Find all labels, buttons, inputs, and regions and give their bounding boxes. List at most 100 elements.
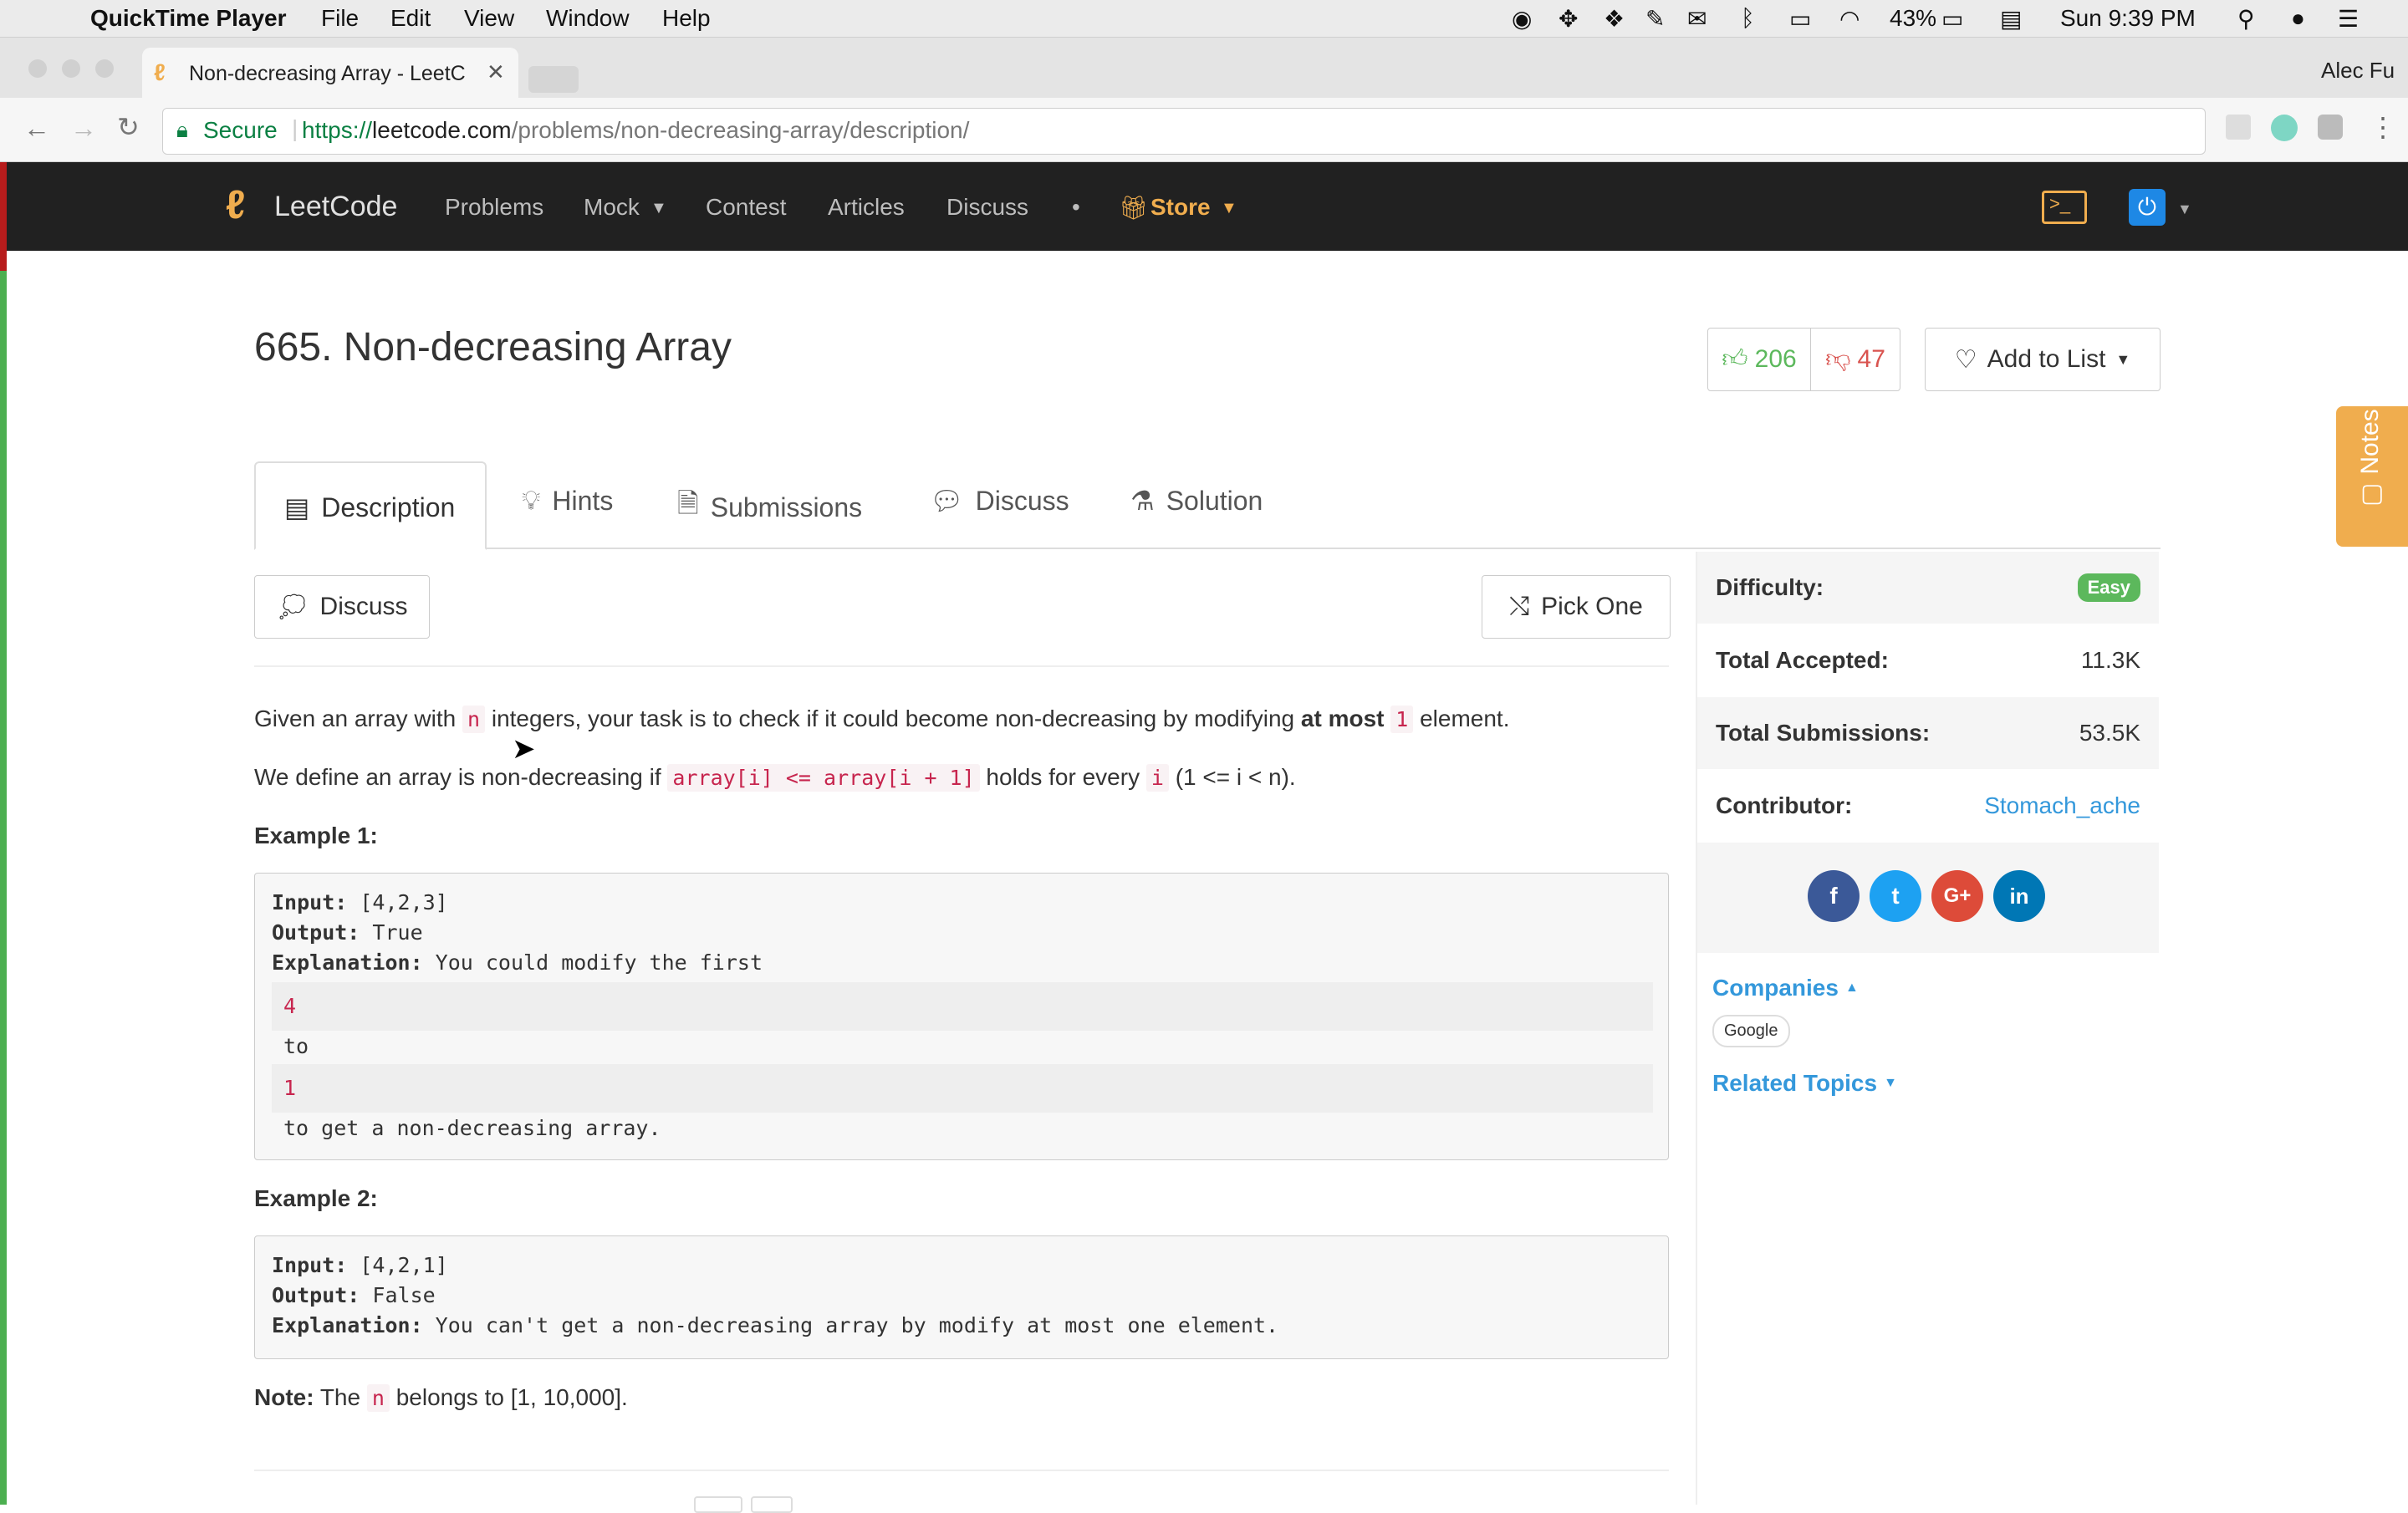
- inline-code: n: [462, 706, 486, 733]
- profile-name[interactable]: Alec Fu: [2321, 58, 2395, 84]
- submissions-row: Total Submissions: 53.5K: [1697, 697, 2159, 769]
- spotlight-icon[interactable]: ⚲: [2237, 5, 2255, 33]
- add-to-list-button[interactable]: ♡ Add to List ▼: [1925, 328, 2161, 391]
- siri-icon[interactable]: ●: [2291, 5, 2305, 32]
- bluetooth-icon[interactable]: ᛒ: [1741, 5, 1755, 32]
- nav-store[interactable]: Store: [1150, 194, 1211, 221]
- value: You could modify the first: [422, 950, 763, 975]
- pager-button[interactable]: [751, 1496, 793, 1513]
- brand-name[interactable]: LeetCode: [274, 191, 397, 223]
- forward-icon[interactable]: →: [70, 113, 97, 144]
- back-icon[interactable]: ←: [23, 113, 50, 144]
- add-to-list-label: Add to List: [1987, 345, 2106, 373]
- label: Note:: [254, 1384, 314, 1410]
- battery-icon[interactable]: ▭: [1941, 5, 1963, 33]
- example-2-block: Input: [4,2,1] Output: False Explanation…: [254, 1235, 1669, 1359]
- nav-contest[interactable]: Contest: [706, 194, 787, 221]
- tab-solution-label: Solution: [1166, 485, 1263, 516]
- address-bar[interactable]: 🔒︎ Secure | https://leetcode.com/problem…: [162, 108, 2206, 155]
- pager-button[interactable]: [694, 1496, 742, 1513]
- reload-icon[interactable]: ↻: [117, 111, 140, 143]
- flag-icon[interactable]: ▤: [2000, 5, 2022, 33]
- caret-down-icon: ▼: [1884, 1076, 1897, 1090]
- tab-hints[interactable]: 💡︎ Hints: [522, 485, 613, 517]
- tab-close-icon[interactable]: ✕: [487, 59, 505, 85]
- heart-icon: ♡: [1954, 345, 1977, 374]
- difficulty-badge: Easy: [2077, 573, 2140, 602]
- nav-articles[interactable]: Articles: [828, 194, 905, 221]
- evernote-icon[interactable]: ✎: [1645, 5, 1665, 33]
- window-zoom-button[interactable]: [95, 59, 114, 78]
- problem-title: 665. Non-decreasing Array: [254, 325, 732, 369]
- window-close-button[interactable]: [28, 59, 47, 78]
- tab-submissions-label: Submissions: [710, 492, 863, 522]
- mac-menubar: QuickTime Player File Edit View Window H…: [0, 0, 2408, 38]
- dropbox-icon[interactable]: ❖: [1604, 5, 1625, 33]
- companies-label: Companies: [1712, 975, 1839, 1001]
- dislike-button[interactable]: 👎︎ 47: [1810, 328, 1900, 391]
- new-tab-button[interactable]: [528, 66, 579, 93]
- linkedin-icon[interactable]: in: [1993, 870, 2045, 922]
- example-1-title: Example 1:: [254, 823, 378, 848]
- like-button[interactable]: 👍︎ 206: [1707, 328, 1811, 391]
- extension-evernote-icon[interactable]: [2318, 115, 2343, 140]
- chrome-menu-icon[interactable]: ⋮: [2370, 111, 2396, 143]
- nav-discuss[interactable]: Discuss: [946, 194, 1028, 221]
- menu-view[interactable]: View: [464, 5, 514, 32]
- tab-discuss[interactable]: 💬︎ Discuss: [930, 485, 1069, 517]
- example-1-code-1: 1: [283, 1076, 297, 1100]
- text: integers, your task is to check if it co…: [485, 706, 1301, 731]
- tab-description-label: Description: [321, 492, 456, 522]
- google-plus-icon[interactable]: G+: [1931, 870, 1983, 922]
- extension-m-icon[interactable]: [2271, 115, 2298, 141]
- url[interactable]: https://leetcode.com/problems/non-decrea…: [302, 117, 969, 144]
- discuss-button[interactable]: 💭︎ Discuss: [254, 575, 430, 639]
- twitter-icon[interactable]: t: [1870, 870, 1921, 922]
- company-tag[interactable]: Google: [1712, 1015, 1790, 1047]
- menu-file[interactable]: File: [321, 5, 359, 32]
- related-topics-toggle[interactable]: Related Topics ▼: [1712, 1070, 1897, 1097]
- record-icon[interactable]: ◉: [1512, 5, 1532, 33]
- airplay-icon[interactable]: ▭: [1789, 5, 1811, 33]
- terminal-icon[interactable]: >_: [2042, 191, 2087, 224]
- nav-mock[interactable]: Mock: [584, 194, 640, 221]
- example-1-explanation: Explanation: You could modify the first: [272, 950, 763, 975]
- nav-problems[interactable]: Problems: [445, 194, 543, 221]
- pick-one-button[interactable]: ⤭ Pick One: [1482, 575, 1671, 639]
- example-1-output: Output: True: [272, 920, 423, 945]
- menu-window[interactable]: Window: [546, 5, 630, 32]
- inline-code: n: [366, 1384, 390, 1412]
- wifi-icon[interactable]: ◠: [1839, 5, 1860, 33]
- separator: |: [292, 115, 298, 141]
- move-icon[interactable]: ✥: [1559, 5, 1578, 33]
- browser-tab[interactable]: ℓ Non-decreasing Array - LeetC ✕: [142, 48, 518, 99]
- leetcode-logo-icon[interactable]: ℓ: [226, 182, 245, 228]
- inline-code: 1: [1390, 706, 1414, 733]
- tab-hints-label: Hints: [552, 485, 614, 516]
- extension-printer-icon[interactable]: [2226, 115, 2251, 140]
- accepted-label: Total Accepted:: [1716, 647, 1889, 673]
- menu-help[interactable]: Help: [662, 5, 711, 32]
- text: The: [314, 1384, 367, 1410]
- companies-toggle[interactable]: Companies ▲: [1712, 975, 1859, 1001]
- tab-submissions[interactable]: 🗎 Submissions: [677, 485, 862, 530]
- clock[interactable]: Sun 9:39 PM: [2060, 5, 2196, 32]
- contributor-link[interactable]: Stomach_ache: [1984, 792, 2140, 819]
- contributor-label: Contributor:: [1716, 792, 1853, 818]
- user-caret-icon[interactable]: ▼: [2177, 201, 2192, 218]
- power-icon[interactable]: ⏻: [2129, 189, 2166, 226]
- window-minimize-button[interactable]: [62, 59, 80, 78]
- tab-description[interactable]: ▤ Description: [254, 461, 487, 550]
- app-name[interactable]: QuickTime Player: [90, 5, 287, 32]
- tab-solution[interactable]: ⚗ Solution: [1130, 485, 1263, 517]
- dislike-count: 47: [1857, 345, 1885, 373]
- notification-center-icon[interactable]: ☰: [2338, 5, 2359, 33]
- wechat-icon[interactable]: ✉: [1687, 5, 1707, 33]
- contributor-row: Contributor: Stomach_ache: [1697, 769, 2159, 843]
- facebook-icon[interactable]: f: [1808, 870, 1860, 922]
- menu-edit[interactable]: Edit: [390, 5, 431, 32]
- secure-label: Secure: [203, 117, 278, 143]
- caret-up-icon: ▲: [1844, 981, 1859, 995]
- notes-tab[interactable]: ▢ Notes: [2336, 406, 2408, 547]
- leetcode-favicon-icon: ℓ: [154, 59, 166, 85]
